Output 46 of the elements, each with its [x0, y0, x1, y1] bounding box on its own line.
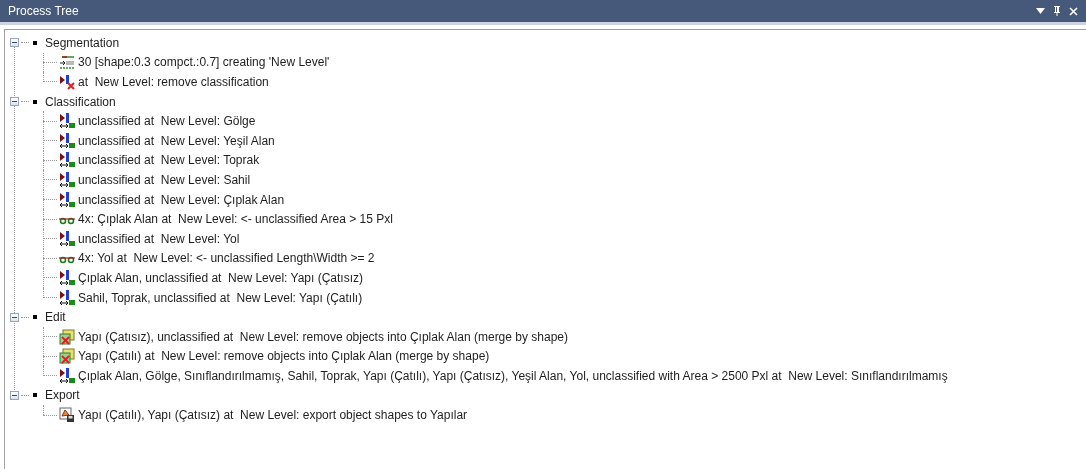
process-item[interactable]: Yapı (Çatılı), Yapı (Çatısız) at New Level: export object shapes to Yapılar [78, 406, 468, 425]
assign-class-icon [59, 152, 75, 169]
process-item[interactable]: 4x: Yol at New Level: <- unclassified Length\Width >= 2 [78, 249, 375, 268]
collapse-icon[interactable] [10, 391, 19, 400]
bullet-icon [33, 315, 37, 320]
assign-class-icon [59, 113, 75, 130]
bullet-icon [33, 40, 37, 45]
process-item[interactable]: unclassified at New Level: Gölge [78, 112, 256, 131]
process-item[interactable]: Sahil, Toprak, unclassified at New Level: Yapı (Çatılı) [78, 288, 363, 307]
process-item[interactable]: unclassified at New Level: Yeşil Alan [78, 131, 275, 150]
assign-class-icon [59, 230, 75, 247]
collapse-icon[interactable] [10, 312, 19, 322]
tree-group-label[interactable]: Classification [45, 92, 116, 111]
merge-objects-icon [59, 348, 75, 365]
dropdown-icon[interactable] [1036, 8, 1045, 14]
process-item[interactable]: at New Level: remove classification [78, 73, 269, 91]
process-item[interactable]: Yapı (Çatılı) at New Level: remove objects into Çıplak Alan (merge by shape) [78, 347, 490, 366]
remove-classification-icon [59, 74, 75, 90]
pin-icon[interactable] [1053, 6, 1061, 16]
process-item[interactable]: unclassified at New Level: Sahil [78, 170, 251, 189]
bullet-icon [33, 393, 37, 398]
process-item[interactable]: unclassified at New Level: Yol [78, 229, 240, 248]
assign-class-icon [59, 132, 75, 149]
process-item[interactable]: unclassified at New Level: Toprak [78, 151, 260, 170]
close-icon[interactable] [1069, 6, 1078, 16]
window-title: Process Tree [8, 3, 80, 20]
process-item[interactable]: Çıplak Alan, unclassified at New Level: Yapı (Çatısız) [78, 268, 364, 287]
merge-objects-icon [59, 328, 75, 345]
assign-class-icon [59, 289, 75, 306]
tree-group-label[interactable]: Export [45, 386, 80, 405]
collapse-icon[interactable] [10, 38, 19, 48]
process-item[interactable]: 30 [shape:0.3 compct.:0.7] creating 'New Level' [78, 53, 330, 72]
process-item[interactable]: 4x: Çıplak Alan at New Level: <- unclassified Area > 15 Pxl [78, 210, 393, 229]
tree-group-label[interactable]: Edit [45, 308, 66, 327]
process-item[interactable]: unclassified at New Level: Çıplak Alan [78, 190, 285, 209]
collapse-icon[interactable] [10, 97, 19, 107]
assign-class-icon [59, 191, 75, 208]
export-shapes-icon [59, 407, 75, 424]
bullet-icon [33, 99, 37, 104]
process-item[interactable]: Çıplak Alan, Gölge, Sınıflandırılmamış, Sahil, Toprak, Yapı (Çatılı), Yapı (Çatısız), Yeşil Alan, Yol, unclassified with Area > 2500 Pxl at New Level: Sınıflandırılmamış [78, 366, 948, 385]
segmentation-icon [59, 54, 75, 71]
assign-class-icon [59, 171, 75, 188]
assign-class-icon [59, 367, 75, 384]
assign-class-icon [59, 269, 75, 286]
tree-group-label[interactable]: Segmentation [45, 33, 120, 52]
process-item[interactable]: Yapı (Çatısız), unclassified at New Level: remove objects into Çıplak Alan (merge by shape) [78, 327, 568, 346]
